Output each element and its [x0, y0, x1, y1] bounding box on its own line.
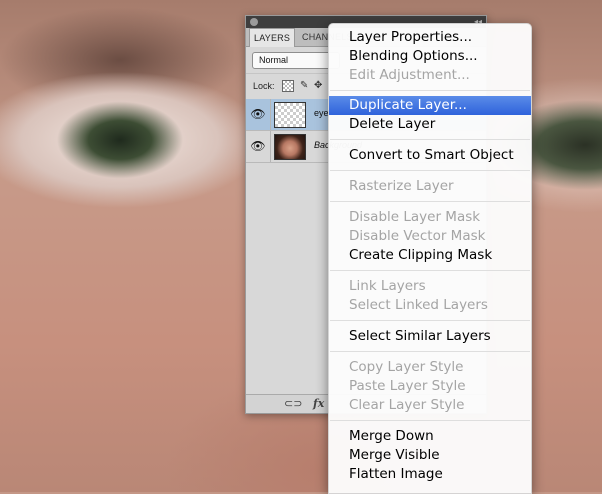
layer-name[interactable]: eye	[314, 108, 329, 118]
menu-item-rasterize-layer[interactable]: Rasterize Layer	[329, 177, 531, 196]
layer-thumbnail	[274, 102, 306, 128]
menu-separator	[330, 201, 530, 202]
menu-item-copy-layer-style[interactable]: Copy Layer Style	[329, 358, 531, 377]
menu-separator	[330, 270, 530, 271]
menu-item-merge-down[interactable]: Merge Down	[329, 427, 531, 446]
menu-item-disable-layer-mask[interactable]: Disable Layer Mask	[329, 208, 531, 227]
menu-item-convert-smart-object[interactable]: Convert to Smart Object	[329, 146, 531, 165]
lock-move-icon[interactable]: ✥	[314, 80, 322, 92]
layer-context-menu: Layer Properties... Blending Options... …	[328, 23, 532, 494]
layer-thumbnail	[274, 134, 306, 160]
menu-item-clear-layer-style[interactable]: Clear Layer Style	[329, 396, 531, 415]
fx-icon[interactable]: fx	[313, 397, 324, 410]
menu-item-duplicate-layer[interactable]: Duplicate Layer...	[329, 96, 531, 115]
menu-item-delete-layer[interactable]: Delete Layer	[329, 115, 531, 134]
menu-separator	[330, 170, 530, 171]
menu-item-layer-properties[interactable]: Layer Properties...	[329, 28, 531, 47]
link-icon[interactable]: ⊂⊃	[284, 397, 302, 410]
eye-icon[interactable]: 👁	[246, 99, 271, 130]
menu-item-create-clipping-mask[interactable]: Create Clipping Mask	[329, 246, 531, 265]
close-icon[interactable]	[250, 18, 258, 26]
menu-item-link-layers[interactable]: Link Layers	[329, 277, 531, 296]
menu-item-select-similar-layers[interactable]: Select Similar Layers	[329, 327, 531, 346]
menu-separator	[330, 420, 530, 421]
menu-item-flatten-image[interactable]: Flatten Image	[329, 465, 531, 484]
menu-separator	[330, 139, 530, 140]
blend-mode-select[interactable]: Normal	[252, 52, 340, 69]
menu-item-select-linked-layers[interactable]: Select Linked Layers	[329, 296, 531, 315]
eye-icon[interactable]: 👁	[246, 131, 271, 162]
menu-item-paste-layer-style[interactable]: Paste Layer Style	[329, 377, 531, 396]
menu-item-edit-adjustment[interactable]: Edit Adjustment...	[329, 66, 531, 85]
lock-label: Lock:	[253, 81, 275, 91]
menu-item-merge-visible[interactable]: Merge Visible	[329, 446, 531, 465]
menu-separator	[330, 90, 530, 91]
tab-layers[interactable]: LAYERS	[249, 28, 296, 47]
lock-brush-icon[interactable]: ✎	[300, 80, 308, 92]
menu-item-blending-options[interactable]: Blending Options...	[329, 47, 531, 66]
lock-transparency-icon[interactable]	[282, 80, 294, 92]
menu-separator	[330, 320, 530, 321]
menu-item-disable-vector-mask[interactable]: Disable Vector Mask	[329, 227, 531, 246]
menu-separator	[330, 351, 530, 352]
